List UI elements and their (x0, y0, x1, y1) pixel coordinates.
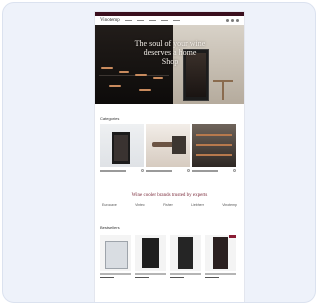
category-caption (100, 169, 144, 172)
search-icon[interactable] (226, 19, 229, 22)
category-card[interactable] (192, 124, 236, 172)
product-card[interactable] (205, 235, 236, 278)
category-label (146, 169, 172, 172)
product-price (205, 276, 219, 278)
rack-handle (101, 67, 113, 69)
site-header: Vinotemp (95, 16, 244, 25)
hero-title-line: deserves a home (143, 48, 197, 57)
nav-link[interactable] (124, 19, 132, 22)
brand-logo[interactable]: Vintec (135, 203, 145, 207)
product-shape (105, 241, 128, 269)
product-price (100, 276, 114, 278)
product-title (205, 273, 236, 275)
header-icons (226, 19, 239, 22)
category-image (192, 124, 236, 167)
shelf-shape (196, 144, 232, 146)
product-image (135, 235, 166, 271)
rack-handle (153, 77, 163, 79)
product-title (135, 273, 166, 275)
brand-logo[interactable]: Liebherr (191, 203, 204, 207)
hero-cta[interactable]: Shop (115, 57, 225, 66)
product-shape (213, 237, 228, 269)
product-card[interactable] (100, 235, 131, 278)
account-icon[interactable] (231, 19, 234, 22)
product-image (205, 235, 236, 271)
category-image (146, 124, 190, 167)
hero-banner[interactable]: The soul of your wine deserves a home Sh… (95, 25, 244, 104)
arrow-icon[interactable] (187, 169, 190, 172)
hero-rack-line (99, 75, 169, 76)
category-card[interactable] (100, 124, 144, 172)
brand-logo[interactable]: Eurocave (102, 203, 117, 207)
rack-handle (119, 71, 129, 73)
cart-icon[interactable] (236, 19, 239, 22)
nav-link[interactable] (136, 19, 144, 22)
category-caption (146, 169, 190, 172)
brand-logo[interactable]: Vinotemp (222, 203, 237, 207)
arrow-icon[interactable] (233, 169, 236, 172)
category-caption (192, 169, 236, 172)
cooler-glass (114, 135, 128, 161)
category-card[interactable] (146, 124, 190, 172)
product-card[interactable] (135, 235, 166, 278)
webpage-thumbnail: Vinotemp The soul of your wine deserves … (95, 12, 244, 302)
category-image (100, 124, 144, 167)
arrow-icon[interactable] (141, 169, 144, 172)
rack-handle (135, 74, 147, 76)
nav-link[interactable] (160, 19, 168, 22)
rack-handle (139, 89, 151, 91)
site-logo[interactable]: Vinotemp (100, 18, 120, 23)
side-table-leg (222, 82, 224, 100)
category-label (100, 169, 126, 172)
preview-card: Vinotemp The soul of your wine deserves … (2, 2, 316, 303)
shelf-shape (196, 134, 232, 136)
hero-title: The soul of your wine deserves a home Sh… (115, 39, 225, 66)
product-title (170, 273, 201, 275)
product-grid (95, 230, 244, 278)
category-grid (95, 121, 244, 172)
product-price (135, 276, 149, 278)
rack-handle (109, 85, 121, 87)
product-card[interactable] (170, 235, 201, 278)
brand-logo-row: Eurocave Vintec Fisher Liebherr Vinotemp (95, 198, 244, 207)
category-label (192, 169, 218, 172)
product-price (170, 276, 184, 278)
hero-title-line: The soul of your wine (134, 39, 206, 48)
product-title (100, 273, 131, 275)
nav-link[interactable] (148, 19, 156, 22)
sale-badge (229, 235, 236, 238)
door-shape (172, 136, 186, 154)
product-shape (142, 238, 159, 268)
product-image (170, 235, 201, 271)
nav-link[interactable] (172, 19, 180, 22)
product-image (100, 235, 131, 271)
brand-logo[interactable]: Fisher (163, 203, 173, 207)
shelf-shape (196, 154, 232, 156)
product-shape (178, 237, 193, 269)
